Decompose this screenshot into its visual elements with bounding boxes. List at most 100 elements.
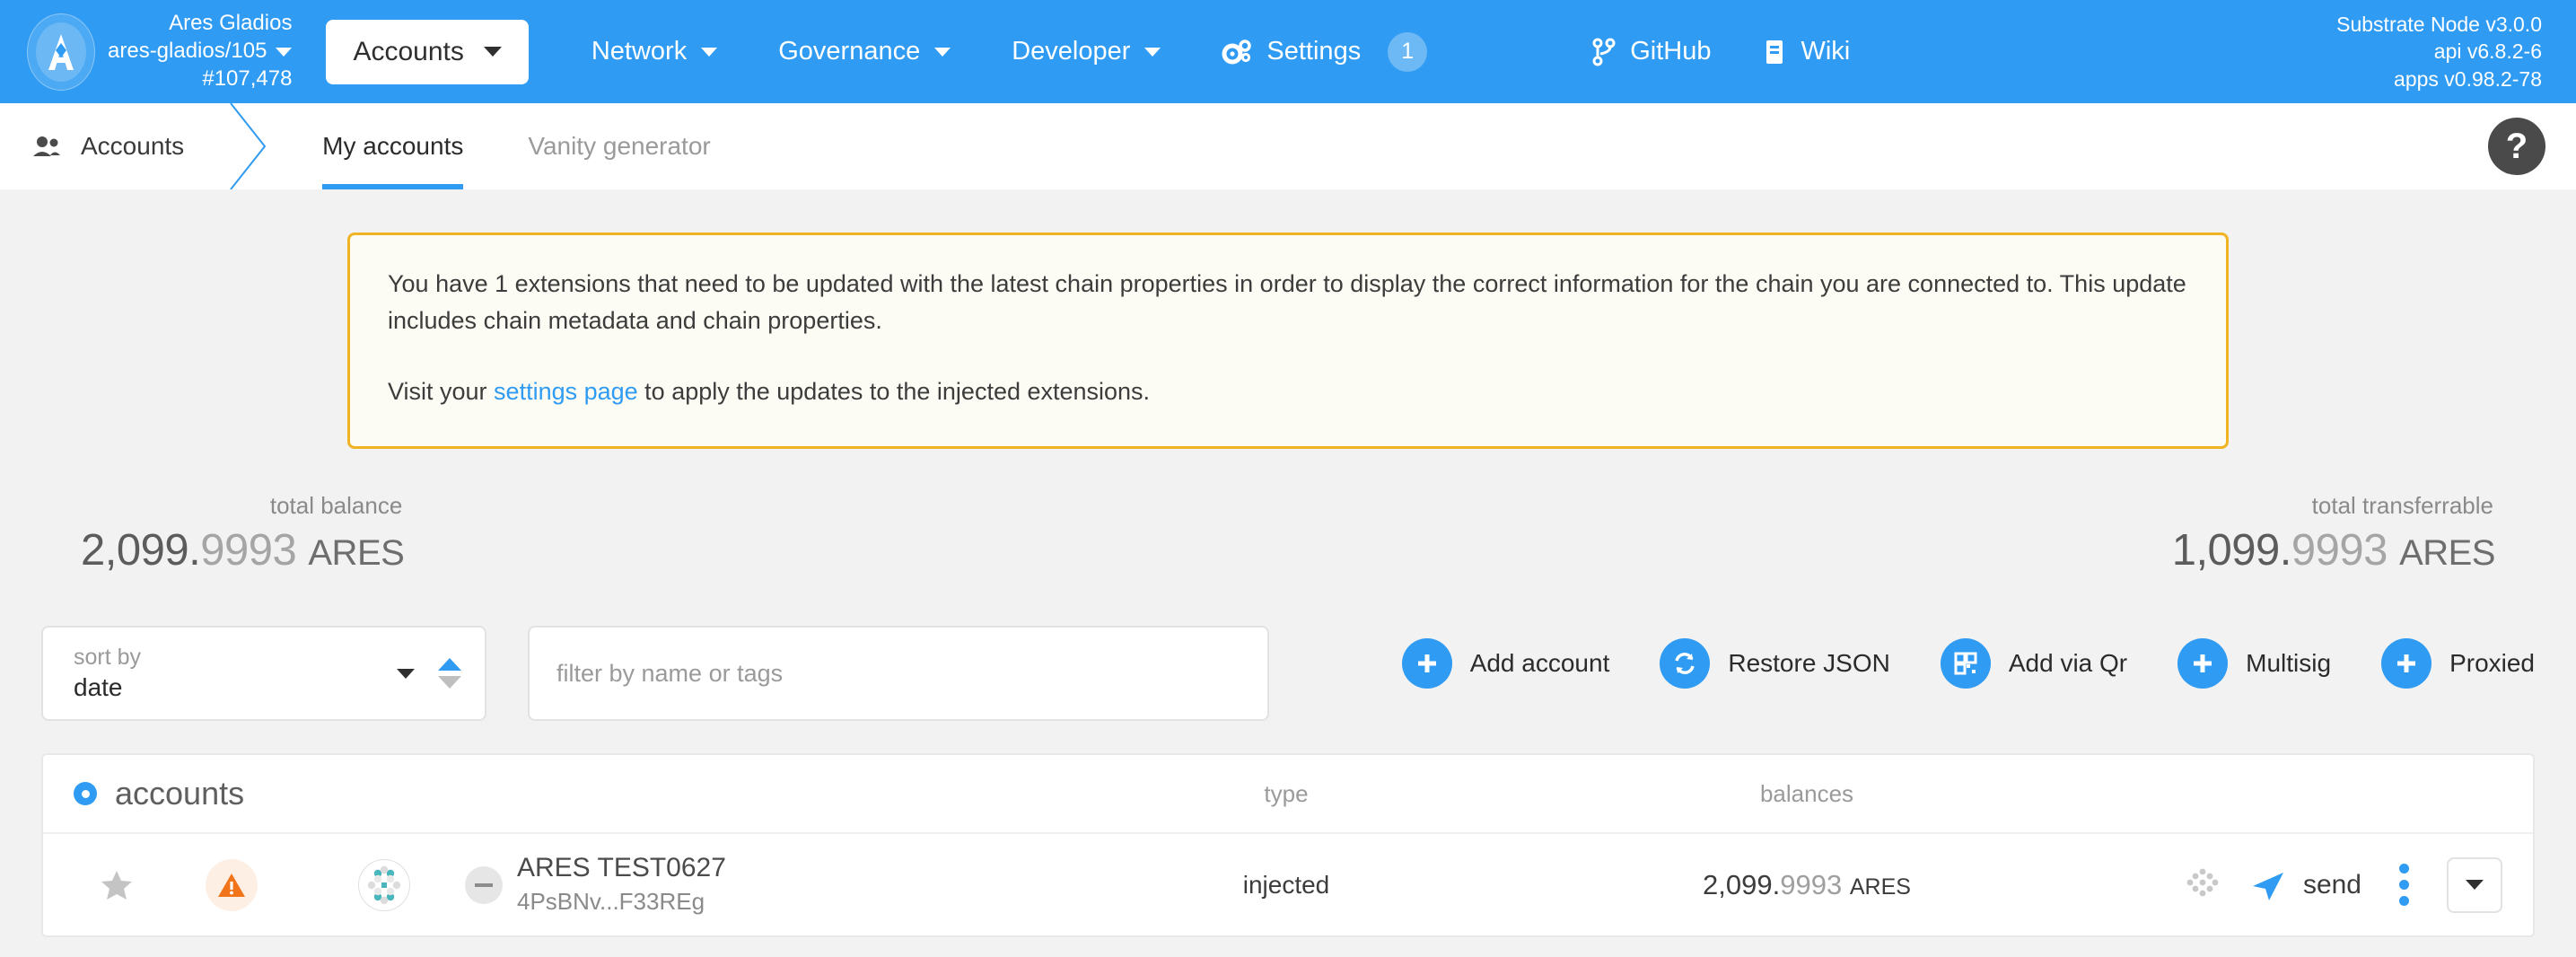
proxied-button[interactable]: Proxied [2381, 638, 2535, 689]
plus-icon [2177, 638, 2229, 689]
chain-selector[interactable]: Ares Gladios ares-gladios/105 #107,478 [27, 10, 295, 92]
banner-text-before: Visit your [388, 378, 495, 406]
send-button[interactable]: send [2249, 866, 2361, 904]
sort-by-dropdown[interactable]: sort by date [41, 626, 486, 722]
radio-selected-icon[interactable] [74, 782, 97, 806]
add-via-qr-button[interactable]: Add via Qr [1940, 638, 2127, 689]
top-header: Ares Gladios ares-gladios/105 #107,478 A… [0, 0, 2576, 103]
chain-name: Ares Gladios [169, 11, 293, 36]
accounts-dropdown-label: Accounts [353, 36, 464, 66]
qr-icon [1940, 638, 1991, 689]
tab-label: My accounts [322, 132, 464, 160]
settings-page-link[interactable]: settings page [494, 378, 638, 405]
restore-json-button[interactable]: Restore JSON [1660, 638, 1890, 689]
plus-icon [2381, 638, 2432, 689]
breadcrumb: Accounts [0, 103, 227, 189]
accounts-title-label: accounts [115, 775, 245, 812]
balance-unit: ARES [1849, 874, 1911, 900]
row-menu-button[interactable] [2388, 858, 2420, 911]
accounts-group-title[interactable]: accounts [74, 775, 244, 812]
nav-item-network[interactable]: Network [561, 37, 748, 66]
chevron-down-icon[interactable] [397, 668, 415, 679]
nav-label: Settings [1266, 37, 1362, 66]
accounts-dropdown-button[interactable]: Accounts [326, 19, 529, 84]
plus-icon [1401, 638, 1452, 689]
block-number: #107,478 [202, 66, 293, 91]
add-account-label: Add account [1469, 649, 1610, 678]
tab-list: My accounts Vanity generator [290, 103, 743, 189]
node-version: Substrate Node v3.0.0 [2336, 12, 2542, 36]
total-transferrable-block: total transferrable 1,099.9993 ARES [2172, 492, 2496, 575]
favorite-toggle[interactable] [74, 868, 160, 902]
filter-input[interactable] [528, 626, 1269, 722]
total-balance-block: total balance 2,099.9993 ARES [81, 492, 405, 575]
multisig-label: Multisig [2246, 649, 2332, 678]
banner-line-2: Visit your settings page to apply the up… [388, 373, 2188, 410]
nav-item-developer[interactable]: Developer [981, 37, 1191, 66]
account-name-cell[interactable]: ARES TEST0627 4PsBNv...F33REg [465, 852, 726, 917]
apps-version: apps v0.98.2-78 [2394, 66, 2542, 91]
row-expand-button[interactable] [2447, 856, 2502, 913]
totals-row: total balance 2,099.9993 ARES total tran… [34, 461, 2542, 575]
ares-logo [27, 13, 95, 91]
column-header-type: type [1264, 779, 1309, 807]
table-row[interactable]: ARES TEST0627 4PsBNv...F33REg injected 2… [43, 832, 2533, 935]
multisig-button[interactable]: Multisig [2177, 638, 2331, 689]
chevron-down-icon [483, 47, 502, 57]
balance-dec: 9993 [1780, 868, 1843, 900]
account-balance-cell[interactable]: 2,099.9993 ARES [1497, 869, 2116, 901]
send-paper-plane-icon [2252, 872, 2283, 900]
table-header: accounts type balances [43, 755, 2533, 832]
warning-triangle-icon [218, 873, 245, 897]
qr-address-button[interactable] [2183, 863, 2222, 907]
header-links: GitHub Wiki [1592, 37, 1850, 66]
nav-item-governance[interactable]: Governance [748, 37, 981, 66]
nav-item-settings[interactable]: Settings 1 [1191, 31, 1458, 72]
breadcrumb-divider-icon [227, 103, 290, 189]
wiki-label: Wiki [1801, 37, 1851, 66]
tab-vanity-generator[interactable]: Vanity generator [495, 103, 742, 189]
chevron-down-icon [934, 47, 951, 57]
total-balance-value: 2,099.9993 ARES [81, 525, 405, 575]
gear-icon [1222, 39, 1252, 64]
minus-tag-icon[interactable] [465, 865, 503, 904]
total-balance-unit: ARES [308, 533, 405, 574]
breadcrumb-label: Accounts [81, 132, 185, 160]
diamond-dots-icon [2186, 868, 2219, 897]
account-actions: Add account Restore JSON Add via Qr Mult… [1401, 626, 2535, 689]
balance-int: 2,099. [1703, 868, 1781, 900]
wiki-link[interactable]: Wiki [1763, 37, 1850, 66]
github-link[interactable]: GitHub [1592, 37, 1711, 66]
column-header-balances: balances [1759, 779, 1854, 807]
help-button[interactable]: ? [2488, 118, 2545, 175]
chevron-down-icon [1144, 47, 1161, 57]
sort-direction-toggle[interactable] [438, 658, 461, 689]
sort-by-value: date [74, 673, 123, 702]
star-icon [101, 870, 132, 900]
account-name: ARES TEST0627 [517, 853, 726, 882]
nav-label: Network [591, 37, 688, 66]
sort-ascending-icon[interactable] [438, 658, 461, 672]
ares-logo-glyph [48, 33, 74, 70]
total-balance-int: 2,099. [81, 526, 201, 575]
banner-text-after: to apply the updates to the injected ext… [637, 378, 1151, 406]
book-icon [1766, 40, 1783, 64]
restore-json-label: Restore JSON [1728, 649, 1890, 678]
version-info: Substrate Node v3.0.0 api v6.8.2-6 apps … [2336, 11, 2542, 92]
account-address: 4PsBNv...F33REg [517, 888, 705, 916]
account-type: injected [1242, 870, 1330, 899]
extension-update-banner: You have 1 extensions that need to be up… [347, 233, 2229, 450]
warning-indicator[interactable] [160, 858, 303, 911]
controls-row: sort by date Add account [34, 592, 2542, 722]
add-account-button[interactable]: Add account [1401, 638, 1610, 689]
account-identicon[interactable] [303, 858, 465, 911]
identicon-icon [367, 865, 401, 904]
chevron-down-icon [2466, 880, 2484, 891]
chain-path: ares-gladios/105 [108, 39, 267, 64]
banner-line-1: You have 1 extensions that need to be up… [388, 270, 2186, 335]
sort-descending-icon[interactable] [438, 676, 461, 689]
github-label: GitHub [1630, 37, 1712, 66]
send-label: send [2302, 869, 2361, 900]
total-transferrable-value: 1,099.9993 ARES [2172, 525, 2496, 575]
tab-my-accounts[interactable]: My accounts [290, 103, 495, 189]
